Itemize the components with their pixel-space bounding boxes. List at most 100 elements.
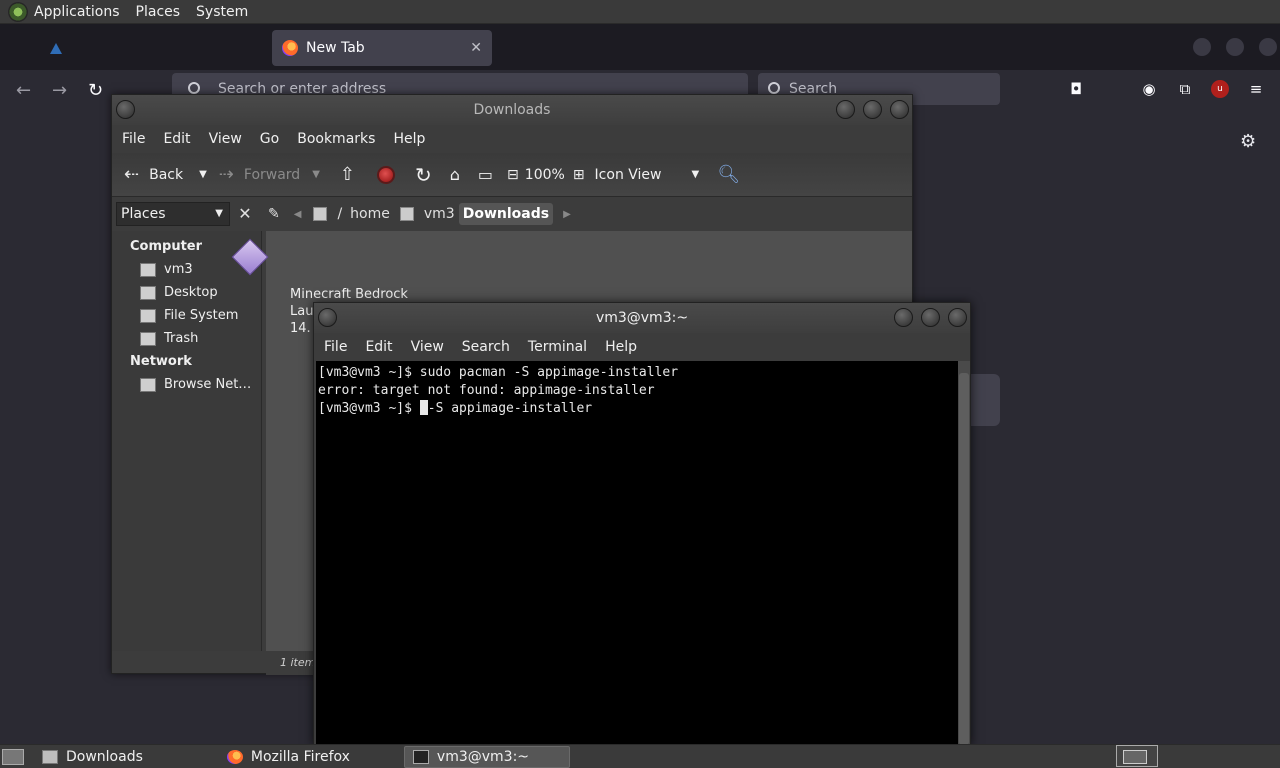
places-menu[interactable]: Places — [136, 4, 181, 20]
arch-logo-icon — [50, 42, 62, 54]
close-window-button[interactable] — [948, 308, 967, 327]
menu-bookmarks[interactable]: Bookmarks — [297, 131, 375, 147]
path-scroll-left-icon[interactable]: ◀ — [294, 209, 302, 220]
breadcrumb-home[interactable]: home — [346, 203, 394, 225]
menu-file[interactable]: File — [324, 339, 347, 355]
terminal-titlebar[interactable]: vm3@vm3:~ — [314, 303, 970, 333]
menu-help[interactable]: Help — [393, 131, 425, 147]
terminal-current-input: -S appimage-installer — [427, 401, 593, 416]
home-folder-icon[interactable]: ⌂ — [450, 165, 460, 184]
search-icon — [768, 82, 780, 94]
sidebar-item-desktop[interactable]: Desktop — [112, 281, 261, 304]
computer-icon[interactable]: ▭ — [478, 165, 493, 184]
desktop-folder-icon — [140, 285, 156, 300]
menu-edit[interactable]: Edit — [163, 131, 190, 147]
menu-view[interactable]: View — [411, 339, 444, 355]
pocket-icon[interactable]: ◘ — [1067, 80, 1085, 98]
up-arrow-icon[interactable]: ⇧ — [340, 164, 355, 185]
workspace-switcher[interactable] — [1116, 745, 1158, 767]
reload-icon[interactable]: ↻ — [88, 80, 103, 101]
sidebar-header-network: Network — [130, 354, 192, 369]
zoom-out-icon[interactable]: ⊟ — [507, 167, 519, 183]
applications-menu[interactable]: Applications — [34, 4, 120, 20]
terminal-output[interactable]: [vm3@vm3 ~]$ sudo pacman -S appimage-ins… — [316, 361, 958, 745]
terminal-scrollbar[interactable] — [958, 361, 970, 745]
minimize-window-button[interactable] — [836, 100, 855, 119]
home-folder-icon — [399, 207, 414, 221]
back-button[interactable]: ⇠ Back ▼ — [124, 164, 207, 185]
terminal-window: vm3@vm3:~ File Edit View Search Terminal… — [313, 302, 971, 746]
menu-edit[interactable]: Edit — [365, 339, 392, 355]
sidebar-item-file-system[interactable]: File System — [112, 304, 261, 327]
terminal-icon — [412, 749, 429, 764]
breadcrumb-root[interactable]: / — [333, 203, 346, 225]
show-desktop-icon[interactable] — [2, 748, 24, 765]
workspace-window-thumb — [1123, 750, 1147, 764]
file-item[interactable] — [220, 148, 280, 276]
taskbar-item-terminal[interactable]: vm3@vm3:~ — [403, 745, 570, 768]
search-icon[interactable]: 🔍︎ — [717, 164, 740, 185]
close-window-button[interactable] — [1259, 38, 1277, 56]
folder-icon — [42, 749, 58, 764]
close-tab-icon[interactable]: ✕ — [470, 40, 482, 56]
sidebar-item-trash[interactable]: Trash — [112, 327, 261, 350]
task-label: vm3@vm3:~ — [436, 748, 530, 765]
maximize-window-button[interactable] — [863, 100, 882, 119]
taskbar-item-firefox[interactable]: Mozilla Firefox — [219, 746, 358, 768]
terminal-line: error: target not found: appimage-instal… — [318, 383, 655, 398]
sidebar-type-select[interactable]: Places ▼ — [116, 202, 230, 226]
maximize-window-button[interactable] — [921, 308, 940, 327]
breadcrumb-downloads[interactable]: Downloads — [458, 203, 554, 225]
firefox-tab-inactive[interactable] — [50, 30, 260, 66]
scrollbar-thumb[interactable] — [959, 373, 969, 745]
minimize-window-button[interactable] — [894, 308, 913, 327]
reload-icon[interactable]: ↻ — [415, 163, 432, 187]
sidebar-item-label: Browse Net… — [164, 377, 252, 392]
firefox-icon — [282, 40, 298, 56]
path-scroll-right-icon[interactable]: ▶ — [563, 209, 571, 220]
window-menu-button[interactable] — [116, 100, 135, 119]
sidebar-item-label: vm3 — [164, 262, 193, 277]
window-title: Downloads — [473, 102, 551, 118]
menu-search[interactable]: Search — [462, 339, 510, 355]
maximize-window-button[interactable] — [1226, 38, 1244, 56]
menu-view[interactable]: View — [209, 131, 242, 147]
gear-icon[interactable]: ⚙ — [1240, 131, 1256, 152]
terminal-menubar: File Edit View Search Terminal Help — [314, 333, 970, 361]
ublock-origin-icon[interactable]: u — [1211, 80, 1229, 98]
window-title: vm3@vm3:~ — [595, 310, 689, 326]
top-panel: Applications Places System — [0, 0, 1280, 24]
forward-arrow-icon[interactable]: → — [52, 80, 67, 101]
extensions-icon[interactable]: ⧉ — [1176, 80, 1194, 98]
distro-logo-icon[interactable] — [8, 1, 28, 22]
drive-icon — [313, 207, 328, 221]
file-label-line1: Minecraft Bedrock — [290, 287, 408, 302]
sidebar-item-browse-network[interactable]: Browse Net… — [112, 373, 261, 396]
view-mode-select[interactable]: Icon View ▼ — [595, 167, 700, 183]
menu-go[interactable]: Go — [260, 131, 279, 147]
system-menu[interactable]: System — [196, 4, 248, 20]
hamburger-menu-icon[interactable]: ≡ — [1247, 80, 1265, 98]
terminal-prompt-line: [vm3@vm3 ~]$ -S appimage-installer — [318, 400, 958, 418]
stop-icon[interactable] — [377, 165, 395, 184]
window-menu-button[interactable] — [318, 308, 337, 327]
firefox-tab-new-tab[interactable]: New Tab ✕ — [272, 30, 492, 66]
menu-file[interactable]: File — [122, 131, 145, 147]
back-history-dropdown-icon[interactable]: ▼ — [199, 169, 207, 180]
bottom-panel: Downloads Mozilla Firefox vm3@vm3:~ — [0, 744, 1280, 768]
fm-titlebar[interactable]: Downloads — [112, 95, 912, 125]
close-window-button[interactable] — [890, 100, 909, 119]
minimize-window-button[interactable] — [1193, 38, 1211, 56]
zoom-in-icon[interactable]: ⊞ — [573, 167, 585, 183]
tab-label: New Tab — [306, 40, 365, 56]
menu-help[interactable]: Help — [605, 339, 637, 355]
forward-history-dropdown-icon[interactable]: ▼ — [312, 169, 320, 180]
account-icon[interactable]: ◉ — [1140, 80, 1158, 98]
home-folder-icon — [140, 262, 156, 277]
breadcrumb-vm3[interactable]: vm3 — [420, 203, 459, 225]
menu-terminal[interactable]: Terminal — [528, 339, 587, 355]
sidebar-type-label: Places — [121, 206, 166, 222]
back-arrow-icon[interactable]: ← — [16, 80, 31, 101]
sidebar-item-label: File System — [164, 308, 239, 323]
taskbar-item-downloads[interactable]: Downloads — [34, 746, 151, 768]
